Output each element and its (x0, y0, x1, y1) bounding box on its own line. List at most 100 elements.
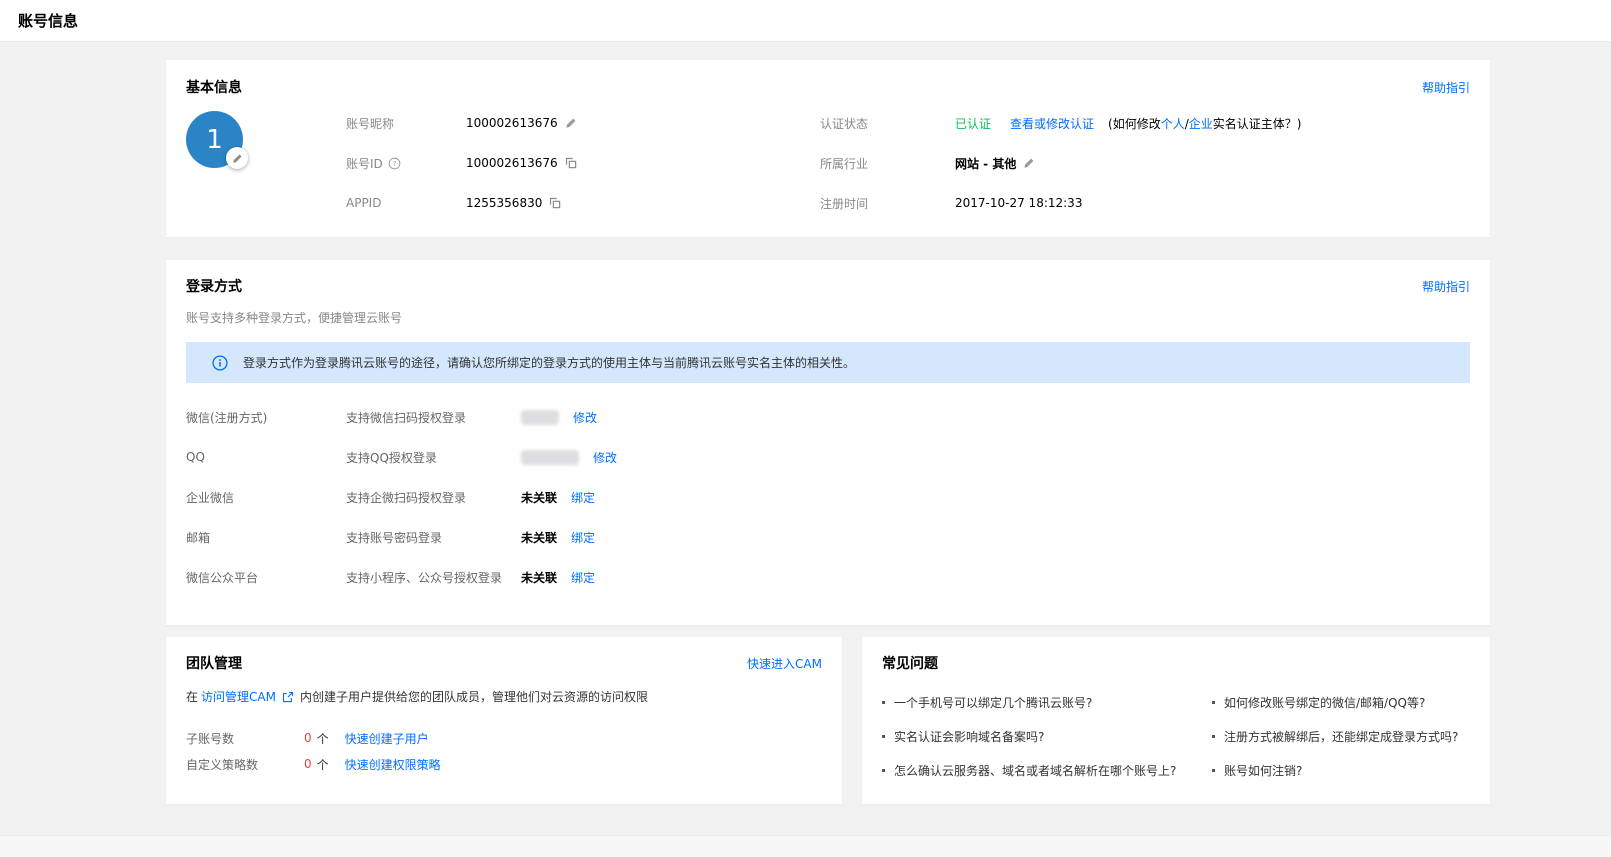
bullet-icon (1212, 769, 1215, 772)
stat-count: 0 (304, 757, 312, 771)
industry-row: 所属行业 网站 - 其他 (820, 143, 1470, 183)
auth-status-badge: 已认证 (955, 115, 991, 132)
faq-item-text: 如何修改账号绑定的微信/邮箱/QQ等? (1224, 694, 1425, 711)
login-methods-subtitle: 账号支持多种登录方式，便捷管理云账号 (186, 309, 1470, 326)
auth-note: (如何修改个人/企业实名认证主体？) (1108, 115, 1301, 132)
faq-item[interactable]: 一个手机号可以绑定几个腾讯云账号? (882, 694, 1212, 711)
login-method-desc: 支持微信扫码授权登录 (346, 409, 521, 426)
faq-item[interactable]: 怎么确认云服务器、域名或者域名解析在哪个账号上? (882, 762, 1212, 779)
login-method-name: 微信公众平台 (186, 569, 346, 586)
bullet-icon (882, 701, 885, 704)
basic-info-help-link[interactable]: 帮助指引 (1422, 79, 1470, 96)
stat-action-link[interactable]: 快速创建权限策略 (345, 756, 441, 773)
login-method-action-link[interactable]: 绑定 (571, 489, 595, 506)
footer-strip (0, 835, 1611, 857)
team-stats: 子账号数 0 个 快速创建子用户 自定义策略数 0 个 快速创建权限策略 (186, 725, 822, 777)
faq-card: 常见问题 一个手机号可以绑定几个腾讯云账号? 实名认证会影响域名备案吗? (862, 637, 1490, 804)
faq-column-right: 如何修改账号绑定的微信/邮箱/QQ等? 注册方式被解绑后，还能绑定成登录方式吗?… (1212, 694, 1470, 796)
cam-management-link[interactable]: 访问管理CAM (201, 688, 276, 705)
account-id-row: 账号ID ? 100002613676 (346, 143, 820, 183)
login-method-row: 微信(注册方式) 支持微信扫码授权登录 修改 (186, 397, 1470, 437)
login-method-desc: 支持账号密码登录 (346, 529, 521, 546)
login-methods-help-link[interactable]: 帮助指引 (1422, 278, 1470, 295)
team-management-card: 团队管理 快速进入CAM 在访问管理CAM 内创建子用户提供给您的团队成员，管理… (166, 637, 842, 804)
login-methods-list: 微信(注册方式) 支持微信扫码授权登录 修改 QQ 支持QQ授权登录 修 (186, 397, 1470, 597)
login-method-name: 邮箱 (186, 529, 346, 546)
enterprise-auth-link[interactable]: 企业 (1189, 117, 1213, 131)
edit-industry-icon[interactable] (1023, 157, 1035, 169)
page-header: 账号信息 (0, 0, 1611, 42)
faq-item-text: 实名认证会影响域名备案吗? (894, 728, 1044, 745)
login-method-action-link[interactable]: 修改 (573, 409, 597, 426)
pencil-icon (232, 153, 243, 164)
stat-count: 0 (304, 731, 312, 745)
copy-account-id-icon[interactable] (565, 157, 577, 169)
bullet-icon (882, 769, 885, 772)
login-method-row: QQ 支持QQ授权登录 修改 (186, 437, 1470, 477)
login-method-desc: 支持QQ授权登录 (346, 449, 521, 466)
stat-action-link[interactable]: 快速创建子用户 (345, 730, 429, 747)
account-id-value: 100002613676 (466, 156, 558, 170)
content-area: 基本信息 帮助指引 1 账号昵称 100002613676 (166, 60, 1490, 804)
login-method-status: 未关联 (521, 529, 557, 546)
team-stat-row: 自定义策略数 0 个 快速创建权限策略 (186, 751, 822, 777)
view-modify-auth-link[interactable]: 查看或修改认证 (1010, 115, 1094, 132)
team-desc-suffix: 内创建子用户提供给您的团队成员，管理他们对云资源的访问权限 (300, 688, 648, 705)
avatar-wrap: 1 (186, 103, 346, 223)
stat-unit: 个 (317, 730, 329, 747)
login-method-row: 企业微信 支持企微扫码授权登录 未关联 绑定 (186, 477, 1470, 517)
faq-item-text: 一个手机号可以绑定几个腾讯云账号? (894, 694, 1092, 711)
login-method-desc: 支持小程序、公众号授权登录 (346, 569, 521, 586)
team-title: 团队管理 (186, 653, 242, 673)
login-method-name: QQ (186, 450, 346, 464)
register-time-label: 注册时间 (820, 195, 955, 212)
edit-nickname-icon[interactable] (565, 117, 577, 129)
masked-value (521, 410, 559, 425)
industry-value: 网站 - 其他 (955, 155, 1016, 172)
team-stat-row: 子账号数 0 个 快速创建子用户 (186, 725, 822, 751)
svg-text:?: ? (392, 159, 396, 168)
team-description: 在访问管理CAM 内创建子用户提供给您的团队成员，管理他们对云资源的访问权限 (186, 688, 822, 705)
appid-value: 1255356830 (466, 196, 542, 210)
login-methods-card: 登录方式 帮助指引 账号支持多种登录方式，便捷管理云账号 登录方式作为登录腾讯云… (166, 260, 1490, 625)
faq-item[interactable]: 实名认证会影响域名备案吗? (882, 728, 1212, 745)
login-method-row: 微信公众平台 支持小程序、公众号授权登录 未关联 绑定 (186, 557, 1470, 597)
bullet-icon (882, 735, 885, 738)
faq-item-text: 怎么确认云服务器、域名或者域名解析在哪个账号上? (894, 762, 1176, 779)
faq-item-text: 账号如何注销? (1224, 762, 1302, 779)
faq-item[interactable]: 注册方式被解绑后，还能绑定成登录方式吗? (1212, 728, 1470, 745)
login-method-action-link[interactable]: 绑定 (571, 569, 595, 586)
avatar-edit-button[interactable] (226, 147, 248, 169)
login-method-row: 邮箱 支持账号密码登录 未关联 绑定 (186, 517, 1470, 557)
bullet-icon (1212, 701, 1215, 704)
stat-label: 自定义策略数 (186, 756, 304, 773)
nickname-row: 账号昵称 100002613676 (346, 103, 820, 143)
nickname-value: 100002613676 (466, 116, 558, 130)
enter-cam-link[interactable]: 快速进入CAM (747, 655, 822, 672)
faq-item-text: 注册方式被解绑后，还能绑定成登录方式吗? (1224, 728, 1458, 745)
login-method-action-link[interactable]: 绑定 (571, 529, 595, 546)
help-question-icon[interactable]: ? (388, 157, 401, 170)
nickname-label: 账号昵称 (346, 115, 466, 132)
basic-info-title: 基本信息 (186, 77, 242, 97)
faq-item[interactable]: 账号如何注销? (1212, 762, 1470, 779)
copy-appid-icon[interactable] (549, 197, 561, 209)
login-method-action-link[interactable]: 修改 (593, 449, 617, 466)
register-time-value: 2017-10-27 18:12:33 (955, 196, 1082, 210)
stat-unit: 个 (317, 756, 329, 773)
appid-row: APPID 1255356830 (346, 183, 820, 223)
info-banner: 登录方式作为登录腾讯云账号的途径，请确认您所绑定的登录方式的使用主体与当前腾讯云… (186, 342, 1470, 383)
faq-title: 常见问题 (882, 653, 938, 673)
login-method-status: 未关联 (521, 489, 557, 506)
bullet-icon (1212, 735, 1215, 738)
auth-status-label: 认证状态 (820, 115, 955, 132)
faq-item[interactable]: 如何修改账号绑定的微信/邮箱/QQ等? (1212, 694, 1470, 711)
login-method-name: 企业微信 (186, 489, 346, 506)
account-id-label: 账号ID (346, 155, 383, 172)
auth-note-suffix: 实名认证主体？) (1213, 117, 1302, 131)
faq-column-left: 一个手机号可以绑定几个腾讯云账号? 实名认证会影响域名备案吗? 怎么确认云服务器… (882, 694, 1212, 796)
stat-label: 子账号数 (186, 730, 304, 747)
personal-auth-link[interactable]: 个人 (1161, 117, 1185, 131)
login-method-desc: 支持企微扫码授权登录 (346, 489, 521, 506)
info-banner-text: 登录方式作为登录腾讯云账号的途径，请确认您所绑定的登录方式的使用主体与当前腾讯云… (243, 354, 855, 371)
